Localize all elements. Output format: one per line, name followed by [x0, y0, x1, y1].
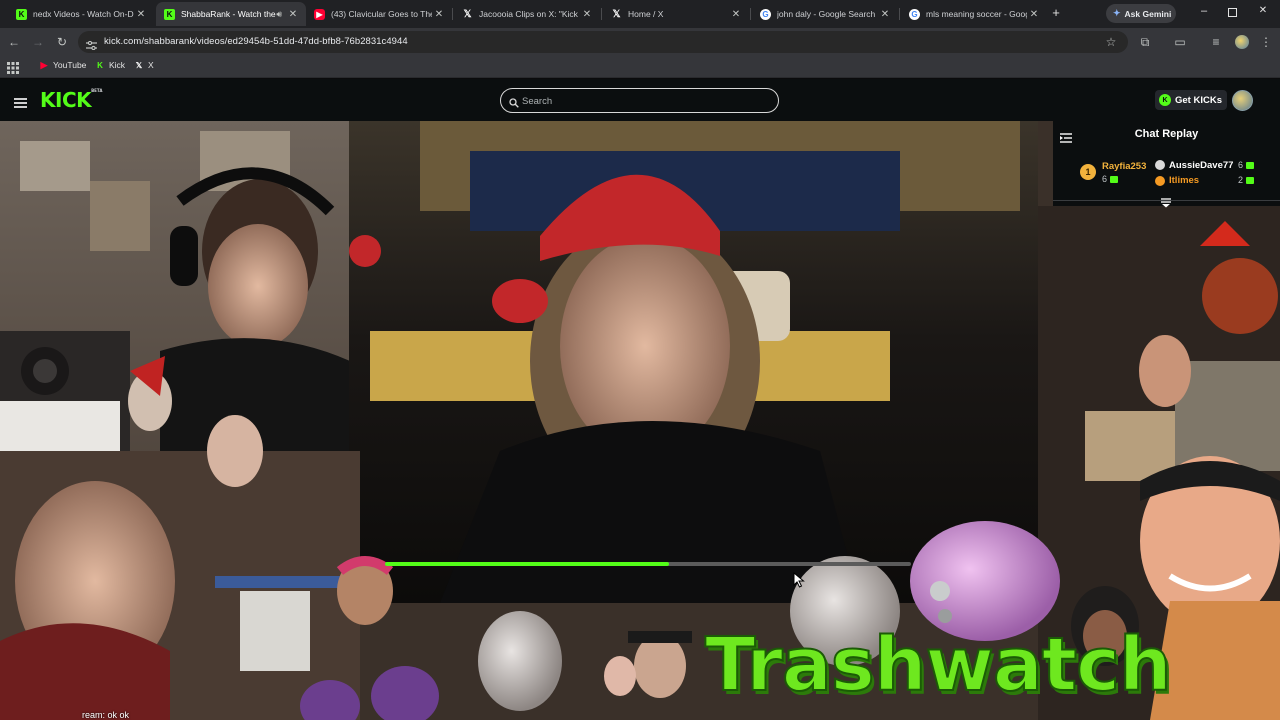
- new-tab-plus-icon[interactable]: +: [1049, 6, 1063, 20]
- rank-badge: 1: [1080, 164, 1096, 180]
- close-icon[interactable]: ✕: [432, 9, 446, 20]
- close-icon[interactable]: ✕: [286, 9, 300, 20]
- gemini-sparkle-icon: ✦: [1113, 8, 1121, 18]
- browser-tab-strip: K nedx Videos - Watch On-De ✕ K ShabbaRa…: [0, 0, 1280, 28]
- tab-divider: [750, 8, 751, 20]
- kebab-menu-icon[interactable]: ⋮: [1258, 34, 1274, 50]
- mouse-cursor-icon: [793, 571, 805, 588]
- tab-6[interactable]: G john daly - Google Search ✕: [752, 2, 898, 26]
- close-icon[interactable]: ✕: [729, 9, 743, 20]
- speaker-icon[interactable]: 🔊︎: [276, 9, 282, 20]
- tab-title: (43) Clavicular Goes to The E: [331, 9, 432, 19]
- bookmark-star-icon[interactable]: ☆: [1103, 34, 1119, 50]
- chat-title: Chat Replay: [1134, 128, 1199, 140]
- get-kicks-button[interactable]: K Get KICKs: [1155, 90, 1227, 110]
- minimize-icon[interactable]: –: [1197, 5, 1211, 21]
- user-avatar[interactable]: [1232, 90, 1253, 111]
- profile-avatar[interactable]: [1235, 35, 1249, 49]
- tab-3[interactable]: ▶ (43) Clavicular Goes to The E ✕: [306, 2, 452, 26]
- bookmark-label: Kick: [109, 60, 126, 70]
- ask-gemini-button[interactable]: ✦ Ask Gemini: [1106, 4, 1176, 23]
- x-icon: 𝕏: [463, 8, 472, 20]
- tab-4[interactable]: 𝕏 Jacoooia Clips on X: "Kick st ✕: [454, 2, 600, 26]
- reload-icon[interactable]: ↻: [54, 34, 70, 50]
- tab-divider: [899, 8, 900, 20]
- progress-fill[interactable]: [385, 562, 669, 566]
- tab-2-active[interactable]: K ShabbaRank - Watch the 🔊︎ ✕: [156, 2, 306, 26]
- back-arrow-icon[interactable]: ←: [6, 34, 22, 50]
- bookmark-label: X: [148, 60, 154, 70]
- tab-title: mls meaning soccer - Goog: [926, 9, 1027, 19]
- youtube-icon: ▶: [314, 8, 325, 20]
- trashwatch-overlay-text: Trashwatch: [704, 622, 1173, 708]
- user-badge-icon: [1155, 176, 1165, 186]
- bookmarks-bar: [0, 56, 1280, 78]
- gifter-name[interactable]: AussieDave77: [1169, 160, 1233, 171]
- search-icon: [509, 95, 519, 113]
- tab-1[interactable]: K nedx Videos - Watch On-De ✕: [8, 2, 154, 26]
- hamburger-menu-icon[interactable]: [14, 95, 27, 108]
- tab-title: Home / X: [628, 9, 664, 19]
- window-close-icon[interactable]: ✕: [1257, 5, 1269, 21]
- x-icon: 𝕏: [135, 60, 143, 70]
- close-icon[interactable]: ✕: [134, 9, 148, 20]
- tab-title: Jacoooia Clips on X: "Kick st: [479, 9, 580, 19]
- bookmark-label: YouTube: [53, 60, 87, 70]
- tab-title: ShabbaRank - Watch the: [181, 9, 276, 19]
- expand-chevron-icon[interactable]: [1160, 195, 1172, 208]
- extensions-icon[interactable]: ⧉: [1137, 34, 1153, 50]
- beta-badge: BETA: [91, 88, 103, 93]
- google-icon: G: [909, 8, 920, 20]
- forward-arrow-icon[interactable]: →: [30, 34, 46, 50]
- kick-icon: K: [97, 60, 103, 70]
- gifter-count: 6: [1102, 174, 1119, 184]
- tab-5[interactable]: 𝕏 Home / X ✕: [603, 2, 749, 26]
- gifter-count: 6: [1238, 160, 1255, 170]
- kicks-coin-icon: K: [1159, 94, 1171, 106]
- gift-icon: [1110, 176, 1119, 183]
- apps-grid-icon[interactable]: [7, 61, 19, 74]
- search-input[interactable]: [522, 93, 762, 109]
- tab-7[interactable]: G mls meaning soccer - Goog ✕: [901, 2, 1047, 26]
- restore-icon[interactable]: [1228, 8, 1237, 17]
- gift-icon: [1246, 162, 1255, 169]
- chat-overlay-caption: ream: ok ok: [82, 710, 130, 720]
- user-badge-icon: [1155, 160, 1165, 170]
- tab-title: nedx Videos - Watch On-De: [33, 9, 134, 19]
- tab-title: john daly - Google Search: [777, 9, 876, 19]
- gift-icon: [1246, 177, 1255, 184]
- bookmark-kick[interactable]: K Kick: [95, 60, 125, 70]
- bookmark-x[interactable]: 𝕏 X: [134, 60, 154, 70]
- ask-gemini-label: Ask Gemini: [1124, 8, 1172, 19]
- kick-logo-text: KICK: [40, 88, 92, 112]
- google-icon: G: [760, 8, 771, 20]
- gifter-name[interactable]: Rayfia253: [1102, 161, 1146, 172]
- get-kicks-label: Get KICKs: [1175, 94, 1222, 106]
- tab-divider: [452, 8, 453, 20]
- tab-divider: [601, 8, 602, 20]
- url-text[interactable]: kick.com/shabbarank/videos/ed29454b-51dd…: [104, 36, 408, 47]
- cast-icon[interactable]: ▭: [1172, 34, 1188, 50]
- x-icon: 𝕏: [612, 8, 621, 20]
- kick-icon: K: [164, 8, 175, 20]
- reading-list-icon[interactable]: ≡: [1208, 34, 1224, 50]
- close-icon[interactable]: ✕: [878, 9, 892, 20]
- bookmark-youtube[interactable]: ▶ YouTube: [39, 59, 87, 71]
- close-icon[interactable]: ✕: [580, 9, 594, 20]
- site-info-icon[interactable]: [86, 37, 97, 51]
- gifter-name[interactable]: Itlimes: [1169, 175, 1199, 186]
- kick-logo[interactable]: KICKBETA: [40, 88, 102, 112]
- kick-icon: K: [16, 8, 27, 20]
- gifter-count: 2: [1238, 175, 1255, 185]
- search-bar[interactable]: [500, 88, 779, 113]
- close-icon[interactable]: ✕: [1027, 9, 1041, 20]
- youtube-icon: ▶: [40, 59, 48, 70]
